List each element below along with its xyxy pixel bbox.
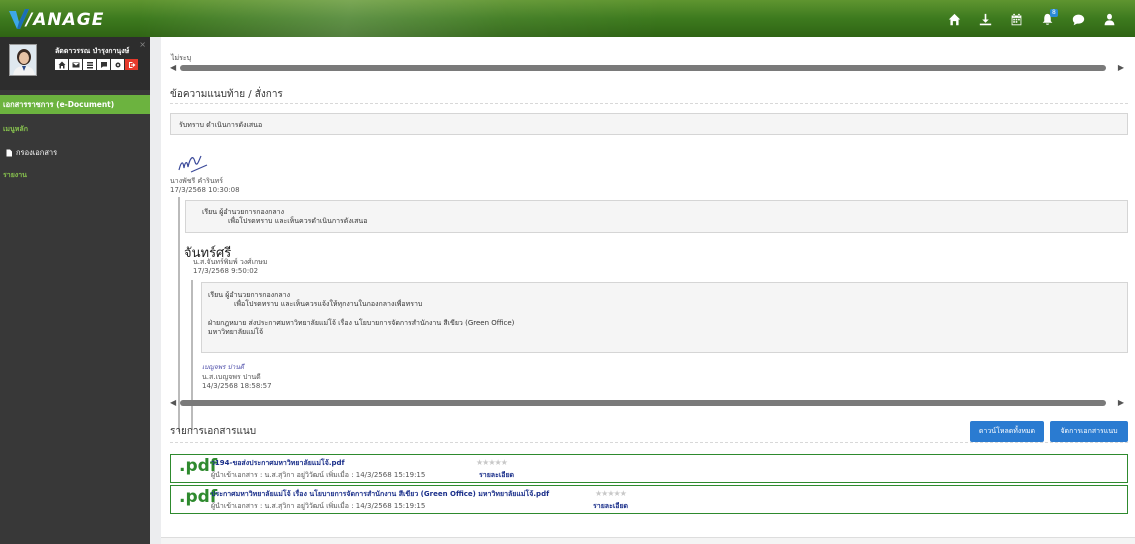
user-menu-button[interactable] — [1094, 11, 1125, 27]
manage-attachments-button[interactable]: จัดการเอกสารแนบ — [1050, 421, 1128, 442]
close-icon[interactable]: × — [139, 40, 146, 49]
scroll-left-icon[interactable]: ◀ — [170, 398, 176, 408]
top-bar: /ANAGE 8 — [0, 0, 1135, 37]
attachments-title: รายการเอกสารแนบ — [170, 426, 257, 437]
sidebar-item-main-menu[interactable]: เมนูหลัก — [3, 124, 28, 135]
memo-1-line2: เพื่อโปรดทราบ และเห็นควรดำเนินการดังเสนอ — [228, 217, 368, 225]
signer-2-date: 17/3/2568 9:50:02 — [193, 267, 259, 275]
signature-3-info: น.ส.เบญจพร ปานดี 14/3/2568 18:58:57 — [202, 373, 272, 391]
sidebar-header[interactable]: เอกสารราชการ (e-Document) — [0, 95, 150, 114]
profile-settings-button[interactable] — [111, 59, 124, 70]
memo-2-line2: เพื่อโปรดทราบ และเห็นควรแจ้งให้ทุกงานในก… — [234, 300, 423, 308]
profile-home-button[interactable] — [55, 59, 68, 70]
mail-icon — [72, 62, 79, 67]
avatar-image — [10, 45, 36, 75]
sidebar: ลัดดาวรรณ บำรุงกานุงษ์ × เอกสารราชการ (e… — [0, 37, 150, 544]
memo-2-line4: มหาวิทยาลัยแม่โจ้ — [208, 328, 264, 336]
logout-button[interactable] — [125, 59, 138, 70]
signer-2-name: น.ส.จันทร์พิมพ์ วงศ์เกษม — [193, 258, 268, 266]
app-logo[interactable]: /ANAGE — [8, 8, 128, 30]
sidebar-item-filter-docs[interactable]: กรองเอกสาร — [5, 147, 57, 159]
home-icon — [58, 61, 65, 68]
attachment-detail-link[interactable]: รายละเอียด — [479, 470, 514, 481]
divider — [170, 103, 1128, 104]
notifications-button[interactable]: 8 — [1032, 9, 1063, 27]
command-box: รับทราบ ดำเนินการดังเสนอ — [170, 113, 1128, 135]
notes-title: ข้อความแนบท้าย / สั่งการ — [170, 89, 283, 100]
document-icon — [6, 149, 12, 157]
attachment-name[interactable]: ว194-ขอส่งประกาศมหาวิทยาลัยแม่โจ้.pdf — [211, 458, 345, 469]
signer-3-date: 14/3/2568 18:58:57 — [202, 382, 272, 390]
memo-1-line1: เรียน ผู้อำนวยการกองกลาง — [202, 208, 284, 216]
sidebar-item-report[interactable]: รายงาน — [3, 170, 27, 181]
thread-line — [178, 197, 180, 432]
home-button[interactable] — [939, 11, 970, 27]
attachment-name[interactable]: ประกาศมหาวิทยาลัยแม่โจ้ เรื่อง นโยบายการ… — [211, 489, 549, 500]
memo-2-line3: ฝ่ายกฎหมาย ส่งประกาศมหาวิทยาลัยแม่โจ้ เร… — [208, 319, 515, 327]
profile-mail-button[interactable] — [69, 59, 82, 70]
signature-image-1 — [178, 155, 208, 173]
calendar-icon — [1011, 13, 1022, 25]
download-button[interactable] — [970, 11, 1001, 27]
memo-1-box: เรียน ผู้อำนวยการกองกลาง เพื่อโปรดทราบ แ… — [185, 200, 1128, 233]
avatar[interactable] — [9, 44, 37, 76]
rating-stars[interactable]: ★★★★★ — [595, 489, 627, 498]
logo-text: /ANAGE — [26, 10, 105, 30]
profile-list-button[interactable] — [83, 59, 96, 70]
attachment-info: ผู้นำเข้าเอกสาร : น.ส.สุวิกา อยู่วิวัฒน์… — [211, 502, 426, 510]
scroll-left-icon[interactable]: ◀ — [170, 63, 176, 73]
chat-icon — [100, 61, 107, 68]
memo-2-line1: เรียน ผู้อำนวยการกองกลาง — [208, 291, 290, 299]
signature-1-info: นางพัชรี คำรินทร์ 17/3/2568 10:30:08 — [170, 177, 240, 195]
top-bar-highlight — [140, 0, 660, 37]
signer-1-name: นางพัชรี คำรินทร์ — [170, 177, 224, 185]
horizontal-scrollbar-bottom[interactable]: ◀ ▶ — [170, 398, 1128, 408]
attachment-detail-link[interactable]: รายละเอียด — [593, 501, 628, 512]
signer-1-date: 17/3/2568 10:30:08 — [170, 186, 240, 194]
gear-icon — [115, 62, 120, 67]
list-icon — [86, 61, 93, 68]
divider — [170, 442, 1128, 443]
download-icon — [979, 13, 992, 25]
memo-2-box: เรียน ผู้อำนวยการกองกลาง เพื่อโปรดทราบ แ… — [201, 282, 1128, 353]
scroll-right-icon[interactable]: ▶ — [1118, 398, 1124, 408]
scrollbar-thumb[interactable] — [180, 400, 1106, 406]
sidebar-item-label: กรองเอกสาร — [16, 148, 58, 157]
home-icon — [948, 13, 961, 25]
rating-stars[interactable]: ★★★★★ — [476, 458, 508, 467]
user-profile: ลัดดาวรรณ บำรุงกานุงษ์ × — [0, 37, 150, 90]
chat-icon — [1072, 14, 1085, 25]
footer-strip — [161, 537, 1135, 544]
signature-image-3: เบญจพร ปานดี — [202, 363, 244, 371]
attachment-info: ผู้นำเข้าเอกสาร : น.ส.สุวิกา อยู่วิวัฒน์… — [211, 471, 426, 479]
profile-chat-button[interactable] — [97, 59, 110, 70]
horizontal-scrollbar-top[interactable]: ◀ ▶ — [170, 63, 1128, 73]
attachment-item[interactable]: .pdf ว194-ขอส่งประกาศมหาวิทยาลัยแม่โจ้.p… — [170, 454, 1128, 483]
signature-2-info: น.ส.จันทร์พิมพ์ วงศ์เกษม 17/3/2568 9:50:… — [193, 258, 268, 276]
user-icon — [1104, 13, 1115, 25]
signer-3-name: น.ส.เบญจพร ปานดี — [202, 373, 261, 381]
attachment-item[interactable]: .pdf ประกาศมหาวิทยาลัยแม่โจ้ เรื่อง นโยบ… — [170, 485, 1128, 514]
scroll-right-icon[interactable]: ▶ — [1118, 63, 1124, 73]
logout-icon — [128, 61, 135, 68]
top-icons: 8 — [939, 9, 1125, 27]
command-text: รับทราบ ดำเนินการดังเสนอ — [179, 121, 263, 129]
main-content: ไม่ระบุ ◀ ▶ ข้อความแนบท้าย / สั่งการ รับ… — [161, 37, 1135, 537]
notification-badge: 8 — [1050, 9, 1058, 17]
calendar-button[interactable] — [1001, 11, 1032, 27]
user-name: ลัดดาวรรณ บำรุงกานุงษ์ — [55, 47, 130, 55]
user-quick-icons — [55, 59, 138, 70]
scrollbar-thumb[interactable] — [180, 65, 1106, 71]
download-all-button[interactable]: ดาวน์โหลดทั้งหมด — [970, 421, 1044, 442]
messages-button[interactable] — [1063, 11, 1094, 27]
